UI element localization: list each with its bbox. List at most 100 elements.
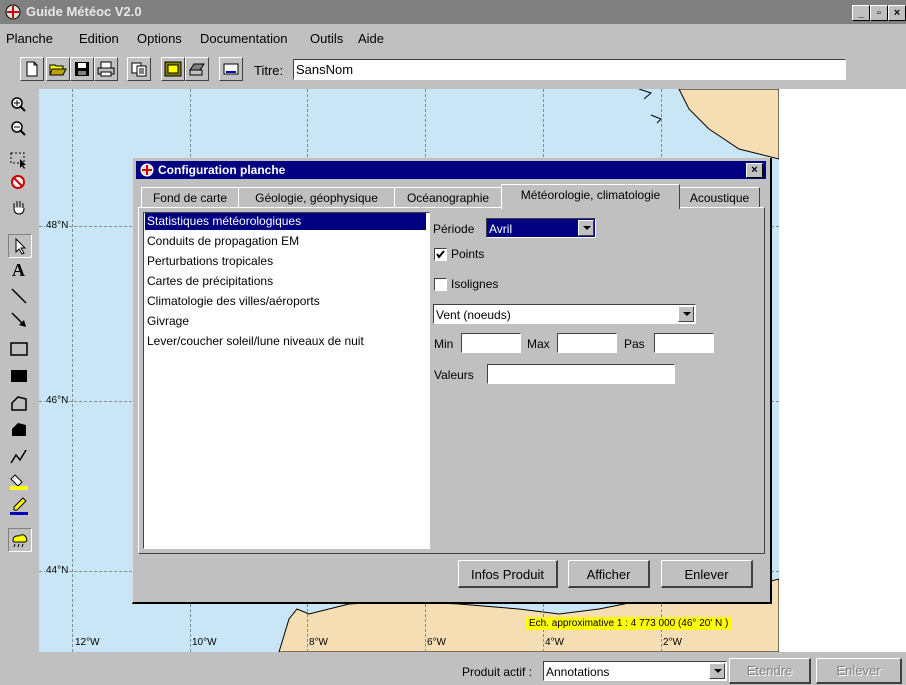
scale-label: Ech. approximative 1 : 4 773 000 (46° 20… — [526, 617, 732, 630]
max-input[interactable] — [557, 333, 617, 353]
max-label: Max — [527, 337, 550, 351]
filled-polygon-tool[interactable] — [8, 419, 30, 441]
isolignes-label: Isolignes — [451, 277, 499, 291]
min-input[interactable] — [461, 333, 521, 353]
weather-symbol-tool[interactable] — [8, 528, 32, 552]
parameter-select[interactable]: Vent (noeuds) — [433, 304, 696, 324]
printer-preview-button[interactable] — [185, 57, 209, 81]
list-item[interactable]: Perturbations tropicales — [145, 253, 273, 270]
pan-hand-icon — [13, 201, 25, 215]
menu-edition[interactable]: Edition — [79, 31, 119, 46]
chevron-down-icon[interactable] — [709, 663, 725, 679]
lat-label-48: 48°N — [45, 220, 70, 231]
status-enlever-button[interactable]: Enlever — [816, 658, 902, 684]
pas-label: Pas — [624, 337, 645, 351]
pointer-icon — [15, 237, 27, 255]
list-item[interactable]: Statistiques météorologiques — [145, 213, 426, 230]
points-label: Points — [451, 247, 485, 261]
pan-tool[interactable] — [8, 196, 30, 218]
parameter-value: Vent (noeuds) — [436, 308, 511, 322]
menu-options[interactable]: Options — [137, 31, 182, 46]
chevron-down-icon[interactable] — [678, 306, 694, 322]
tab-geologie[interactable]: Géologie, géophysique — [238, 187, 395, 208]
periode-select[interactable]: Avril — [486, 218, 596, 238]
line-icon — [11, 288, 27, 304]
line-color-tool[interactable] — [8, 495, 30, 517]
minimize-button[interactable]: _ — [852, 5, 870, 21]
chevron-down-icon[interactable] — [578, 220, 594, 236]
arrow-icon — [11, 312, 26, 327]
menu-documentation[interactable]: Documentation — [200, 31, 287, 46]
zoom-out-tool[interactable] — [8, 118, 30, 140]
infos-produit-button[interactable]: Infos Produit — [458, 560, 558, 588]
polygon-tool[interactable] — [8, 393, 30, 415]
print-button[interactable] — [94, 57, 118, 81]
arrow-tool[interactable] — [8, 309, 30, 331]
menu-bar: Planche Edition Options Documentation Ou… — [0, 26, 906, 50]
tab-fond-de-carte[interactable]: Fond de carte — [141, 187, 239, 208]
screen-icon — [223, 63, 239, 75]
filled-rectangle-tool[interactable] — [8, 365, 30, 387]
tab-meteorologie[interactable]: Météorologie, climatologie — [501, 184, 680, 209]
produit-actif-select[interactable]: Annotations — [543, 661, 727, 681]
list-item[interactable]: Climatologie des villes/aéroports — [145, 293, 320, 310]
menu-outils[interactable]: Outils — [310, 31, 343, 46]
save-button[interactable] — [70, 57, 94, 81]
rectangle-tool[interactable] — [8, 338, 30, 360]
lon-label-12w: 12°W — [75, 637, 100, 648]
pas-input[interactable] — [654, 333, 714, 353]
no-zoom-icon — [11, 175, 25, 189]
valeurs-input[interactable] — [487, 364, 675, 384]
afficher-button[interactable]: Afficher — [568, 560, 650, 588]
polyline-tool[interactable] — [8, 446, 30, 468]
points-checkbox[interactable] — [434, 248, 447, 261]
tab-oceanographie[interactable]: Océanographie — [394, 187, 502, 208]
weather-symbol-icon — [12, 534, 28, 548]
select-zoom-tool[interactable] — [8, 149, 30, 171]
polygon-icon — [11, 396, 27, 411]
lon-label-10w: 10°W — [192, 637, 217, 648]
title-input[interactable]: SansNom — [293, 59, 846, 80]
menu-planche[interactable]: Planche — [6, 31, 53, 46]
isolignes-checkbox[interactable] — [434, 278, 447, 291]
zoom-in-icon — [11, 97, 26, 112]
list-item[interactable]: Lever/coucher soleil/lune niveaux de nui… — [145, 333, 364, 350]
text-tool[interactable]: A — [8, 258, 30, 280]
lat-label-46: 46°N — [45, 395, 70, 406]
screen-button[interactable] — [219, 57, 243, 81]
dialog-title: Configuration planche — [158, 163, 286, 177]
select-zoom-icon — [10, 152, 26, 169]
produit-actif-value: Annotations — [546, 665, 610, 679]
fill-color-tool[interactable] — [8, 470, 30, 492]
copy-icon — [131, 62, 147, 77]
menu-aide[interactable]: Aide — [358, 31, 384, 46]
frame-button[interactable] — [161, 57, 185, 81]
pointer-tool[interactable] — [8, 234, 32, 258]
etendre-button[interactable]: Etendre — [729, 658, 811, 684]
enlever-button[interactable]: Enlever — [661, 560, 753, 588]
copy-button[interactable] — [127, 57, 151, 81]
periode-value: Avril — [489, 222, 513, 236]
no-zoom-tool[interactable] — [8, 172, 30, 194]
filled-rectangle-icon — [11, 370, 27, 382]
save-icon — [75, 62, 89, 76]
new-button[interactable] — [20, 57, 44, 81]
line-tool[interactable] — [8, 285, 30, 307]
list-item[interactable]: Conduits de propagation EM — [145, 233, 299, 250]
printer-preview-icon — [189, 63, 205, 76]
dialog-title-bar: Configuration planche × — [136, 161, 766, 179]
min-label: Min — [434, 337, 454, 351]
check-icon — [436, 250, 445, 259]
open-button[interactable] — [46, 57, 70, 81]
list-item[interactable]: Cartes de précipitations — [145, 273, 273, 290]
app-title-bar: Guide Météoc V2.0 _ ▫ × — [0, 0, 906, 24]
tab-acoustique[interactable]: Acoustique — [679, 187, 760, 208]
rectangle-icon — [10, 342, 28, 356]
svg-text:A: A — [12, 260, 25, 278]
zoom-in-tool[interactable] — [8, 94, 30, 116]
maximize-button[interactable]: ▫ — [870, 5, 888, 21]
close-window-button[interactable]: × — [888, 5, 906, 21]
product-list[interactable]: Statistiques météorologiques Conduits de… — [143, 212, 430, 549]
dialog-close-button[interactable]: × — [746, 163, 763, 178]
list-item[interactable]: Givrage — [145, 313, 189, 330]
